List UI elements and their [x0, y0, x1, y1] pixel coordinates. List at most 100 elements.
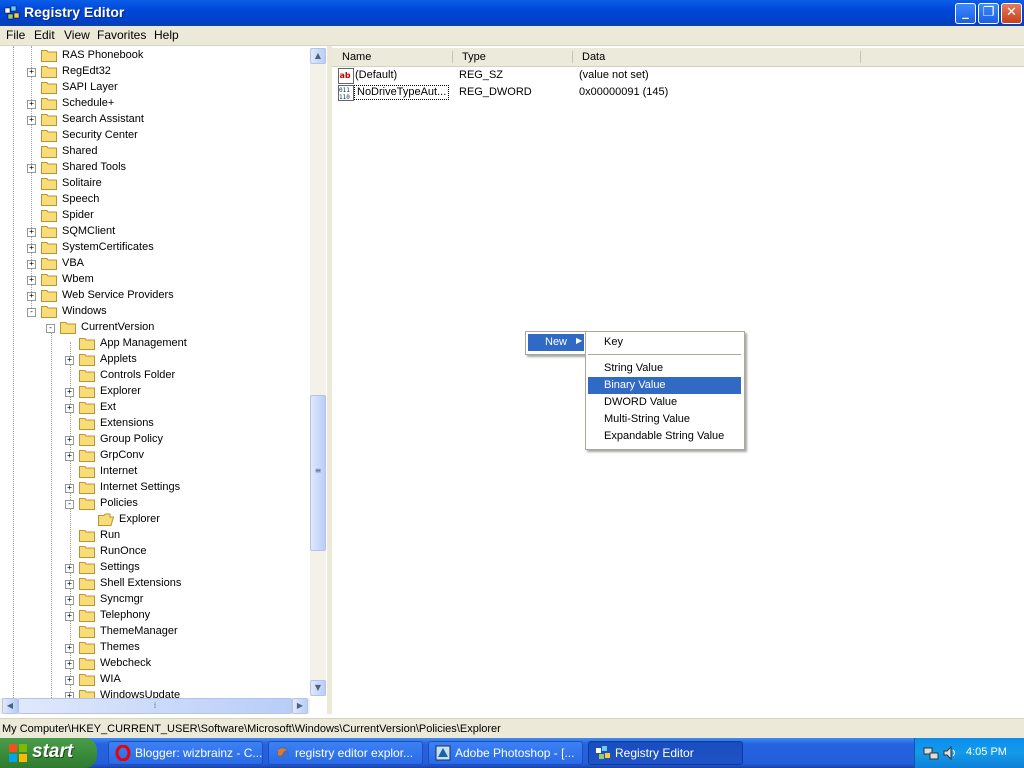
menu-file[interactable]: File [6, 28, 25, 42]
tree-node[interactable]: Extensions [0, 416, 310, 432]
restore-button[interactable]: ❐ [978, 3, 999, 24]
menu-item-string-value[interactable]: String Value [588, 360, 741, 377]
tree-node[interactable]: + Telephony [0, 608, 310, 624]
tree-node[interactable]: + VBA [0, 256, 310, 272]
network-icon[interactable] [923, 745, 939, 761]
tree-node[interactable]: Security Center [0, 128, 310, 144]
tree-node[interactable]: Run [0, 528, 310, 544]
expand-icon[interactable]: + [65, 452, 74, 461]
tree-node[interactable]: + RegEdt32 [0, 64, 310, 80]
expand-icon[interactable]: + [65, 484, 74, 493]
clock[interactable]: 4:05 PM [966, 746, 1007, 758]
tree-node[interactable]: + Search Assistant [0, 112, 310, 128]
menu-view[interactable]: View [64, 28, 90, 42]
taskbar-button-registry-editor[interactable]: Registry Editor [588, 741, 743, 765]
value-row[interactable]: 011 110 NoDriveTypeAut... REG_DWORD 0x00… [336, 85, 1016, 101]
expand-icon[interactable]: + [27, 244, 36, 253]
expand-icon[interactable]: + [65, 388, 74, 397]
tree-node[interactable]: + Internet Settings [0, 480, 310, 496]
expand-icon[interactable]: + [65, 436, 74, 445]
menu-help[interactable]: Help [154, 28, 179, 42]
menu-item-dword-value[interactable]: DWORD Value [588, 394, 741, 411]
value-row[interactable]: ab (Default) REG_SZ (value not set) [336, 68, 1016, 84]
tree-node[interactable]: + WIA [0, 672, 310, 688]
tree-node[interactable]: App Management [0, 336, 310, 352]
scroll-down-button[interactable]: ▼ [310, 680, 326, 696]
tree-node[interactable]: + Settings [0, 560, 310, 576]
tree-node[interactable]: Speech [0, 192, 310, 208]
tree-vertical-scrollbar[interactable]: ▲ ≡ ▼ [310, 48, 326, 696]
tree-node[interactable]: SAPI Layer [0, 80, 310, 96]
menu-favorites[interactable]: Favorites [97, 28, 146, 42]
taskbar-button-photoshop[interactable]: Adobe Photoshop - [... [428, 741, 583, 765]
menu-item-key[interactable]: Key [588, 334, 741, 351]
tree-node[interactable]: + Explorer [0, 384, 310, 400]
tree-node[interactable]: Explorer [0, 512, 310, 528]
registry-key-tree[interactable]: RAS Phonebook + RegEdt32 SAPI Layer + Schedul… [0, 46, 328, 698]
tree-node[interactable]: + Themes [0, 640, 310, 656]
tree-node[interactable]: Solitaire [0, 176, 310, 192]
tree-node[interactable]: + Shell Extensions [0, 576, 310, 592]
menu-edit[interactable]: Edit [34, 28, 55, 42]
expand-icon[interactable]: + [65, 356, 74, 365]
expand-icon[interactable]: + [65, 404, 74, 413]
collapse-icon[interactable]: - [65, 500, 74, 509]
expand-icon[interactable]: + [65, 644, 74, 653]
tree-node[interactable]: + Web Service Providers [0, 288, 310, 304]
expand-icon[interactable]: + [27, 100, 36, 109]
tree-node[interactable]: + GrpConv [0, 448, 310, 464]
title-bar[interactable]: Registry Editor _ ❐ ✕ [0, 0, 1024, 26]
menu-item-multi-string-value[interactable]: Multi-String Value [588, 411, 741, 428]
column-header-name[interactable]: Name [342, 51, 371, 63]
start-button[interactable]: start [0, 738, 97, 768]
scroll-left-button[interactable]: ◀ [2, 698, 18, 714]
expand-icon[interactable]: + [65, 596, 74, 605]
column-header-data[interactable]: Data [582, 51, 605, 63]
taskbar-button-blogger[interactable]: Blogger: wizbrainz - C... [108, 741, 263, 765]
menu-item-binary-value[interactable]: Binary Value [588, 377, 741, 394]
tree-node[interactable]: + Syncmgr [0, 592, 310, 608]
tree-node[interactable]: RAS Phonebook [0, 48, 310, 64]
tree-node[interactable]: + Schedule+ [0, 96, 310, 112]
tree-node[interactable]: Shared [0, 144, 310, 160]
tree-node[interactable]: + Ext [0, 400, 310, 416]
close-button[interactable]: ✕ [1001, 3, 1022, 24]
tree-node[interactable]: Spider [0, 208, 310, 224]
column-divider[interactable] [572, 51, 573, 63]
expand-icon[interactable]: + [27, 164, 36, 173]
tree-node[interactable]: - Policies [0, 496, 310, 512]
tree-node[interactable]: ThemeManager [0, 624, 310, 640]
expand-icon[interactable]: + [27, 68, 36, 77]
tree-node[interactable]: + Group Policy [0, 432, 310, 448]
expand-icon[interactable]: + [27, 116, 36, 125]
menu-item-new[interactable]: New ▶ [528, 334, 584, 351]
expand-icon[interactable]: + [27, 260, 36, 269]
expand-icon[interactable]: + [65, 564, 74, 573]
expand-icon[interactable]: + [65, 612, 74, 621]
expand-icon[interactable]: + [65, 580, 74, 589]
column-header-type[interactable]: Type [462, 51, 486, 63]
tree-node[interactable]: + Shared Tools [0, 160, 310, 176]
expand-icon[interactable]: + [65, 660, 74, 669]
tree-node[interactable]: + Applets [0, 352, 310, 368]
volume-icon[interactable] [942, 745, 958, 761]
scroll-thumb[interactable]: ≡ [310, 395, 326, 551]
collapse-icon[interactable]: - [27, 308, 36, 317]
expand-icon[interactable]: + [27, 276, 36, 285]
expand-icon[interactable]: + [27, 228, 36, 237]
taskbar-button-firefox[interactable]: registry editor explor... [268, 741, 423, 765]
tree-node[interactable]: RunOnce [0, 544, 310, 560]
tree-node[interactable]: + WindowsUpdate [0, 688, 310, 698]
scroll-right-button[interactable]: ▶ [292, 698, 308, 714]
expand-icon[interactable]: + [27, 292, 36, 301]
tree-node[interactable]: Internet [0, 464, 310, 480]
tree-node[interactable]: + SystemCertificates [0, 240, 310, 256]
menu-item-expandable-string-value[interactable]: Expandable String Value [588, 428, 741, 445]
horizontal-scroll-thumb[interactable]: ⁞ [18, 698, 292, 714]
tree-node[interactable]: Controls Folder [0, 368, 310, 384]
tree-node[interactable]: - Windows [0, 304, 310, 320]
tree-node[interactable]: + Webcheck [0, 656, 310, 672]
column-divider[interactable] [452, 51, 453, 63]
tree-horizontal-scrollbar[interactable]: ◀ ⁞ ▶ [0, 698, 310, 714]
expand-icon[interactable]: + [65, 676, 74, 685]
